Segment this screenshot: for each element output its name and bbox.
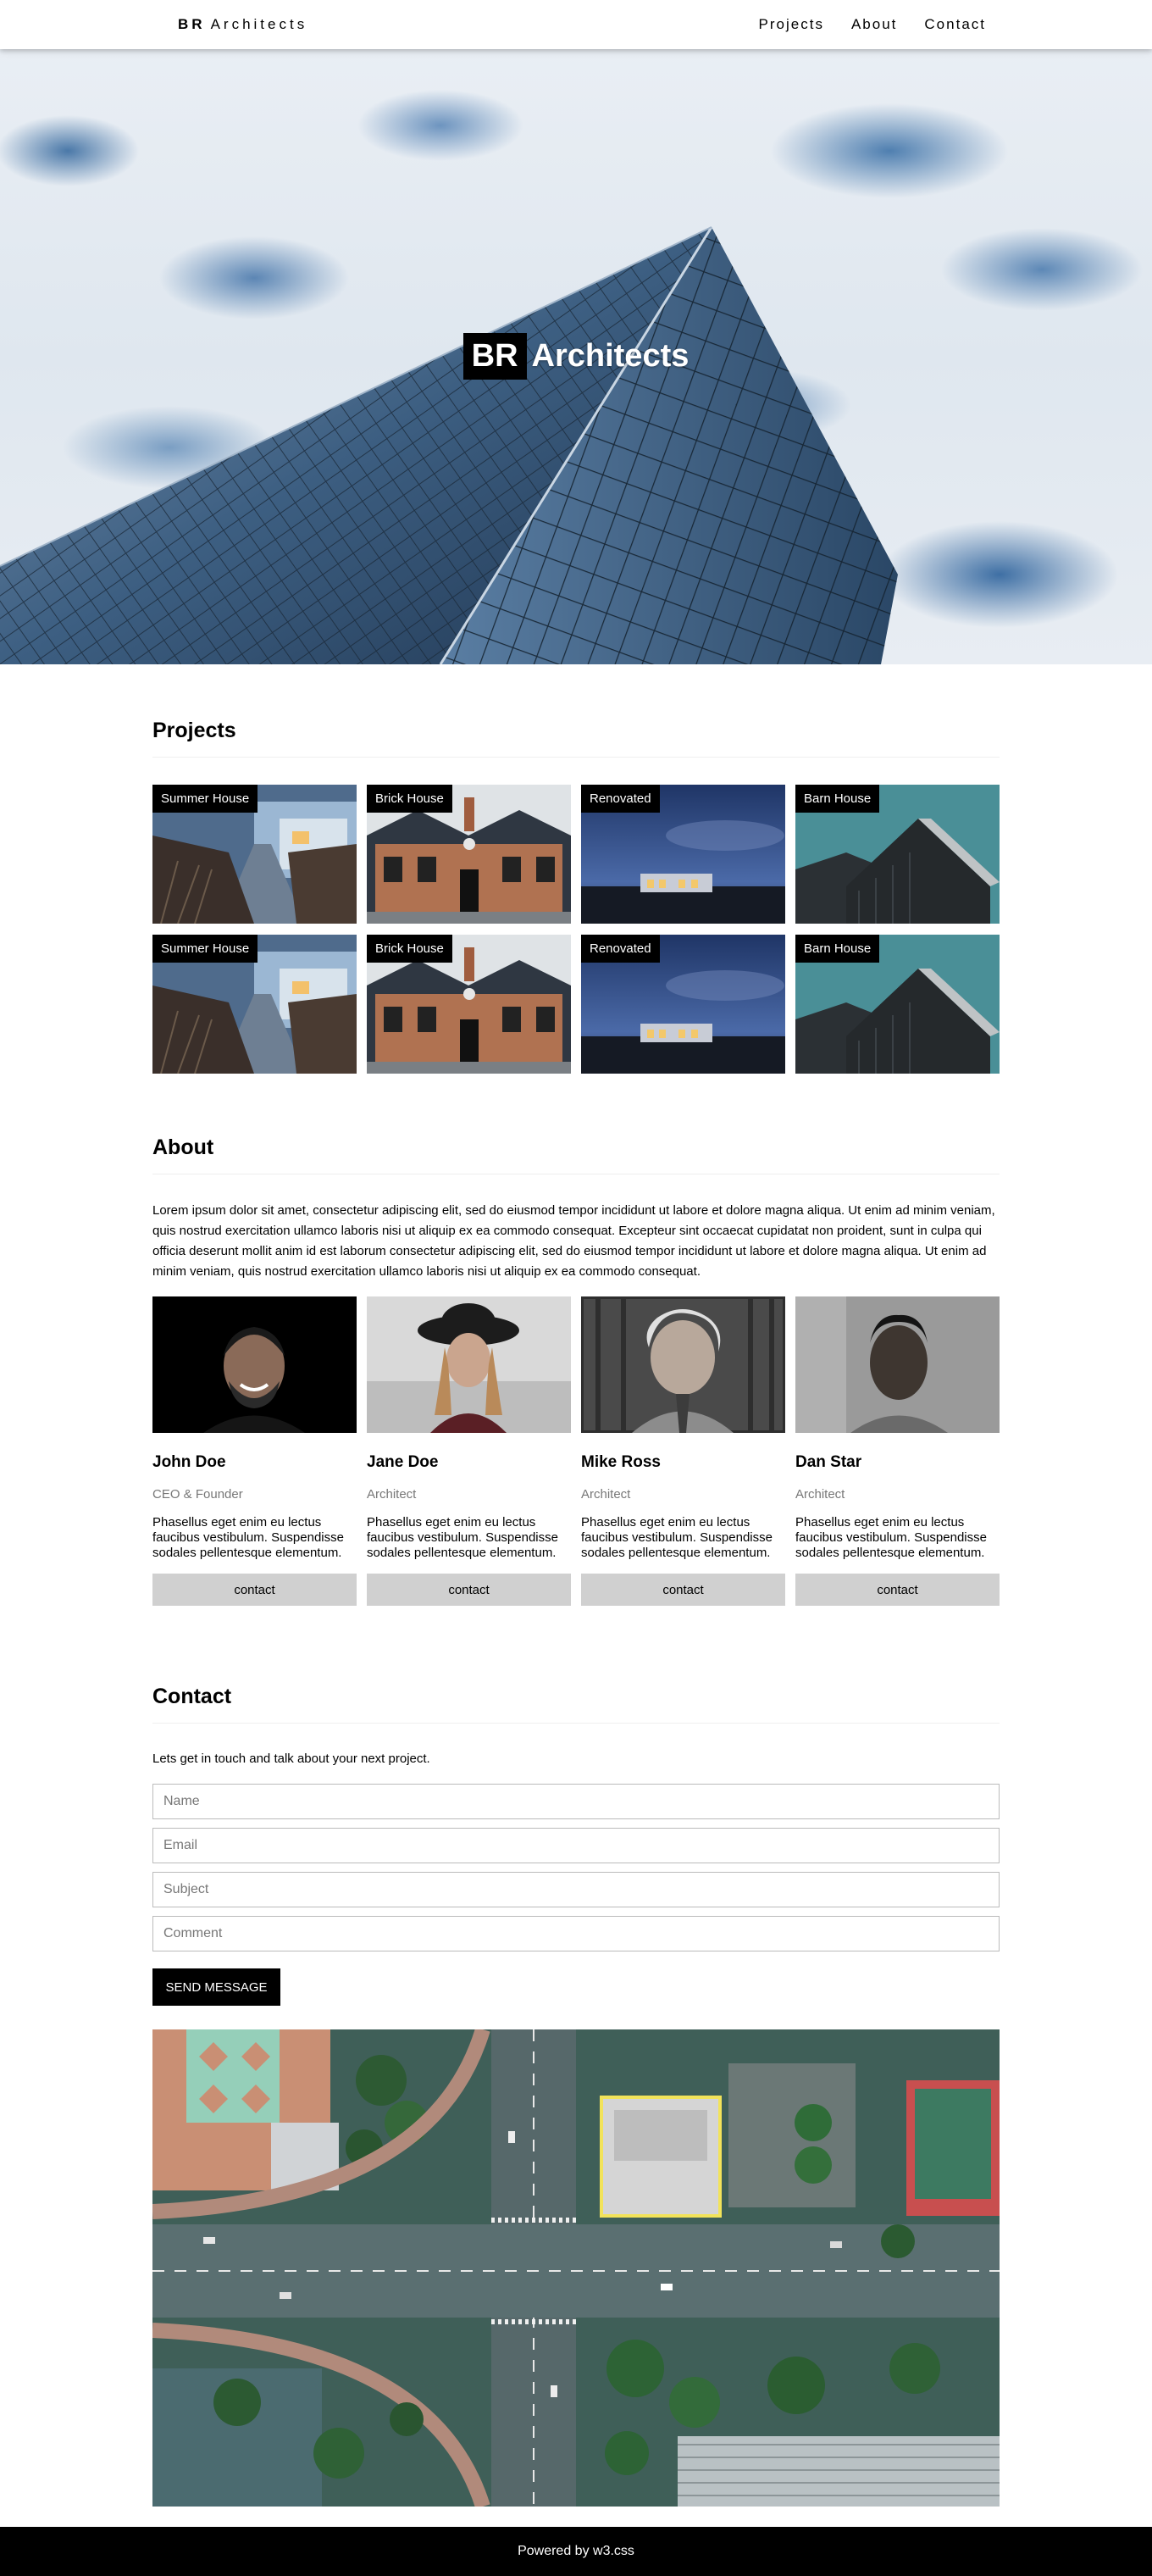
team-member-photo	[581, 1296, 785, 1433]
footer-text: Powered by w3.css	[518, 2544, 634, 2558]
project-card-barn-house[interactable]: Barn House	[795, 785, 1000, 924]
comment-input[interactable]	[152, 1916, 1000, 1951]
top-navbar: BR Architects Projects About Contact	[0, 0, 1152, 49]
about-heading: About	[152, 1135, 1000, 1174]
contact-heading: Contact	[152, 1685, 1000, 1724]
project-card-summer-house[interactable]: Summer House	[152, 785, 357, 924]
about-text: Lorem ipsum dolor sit amet, consectetur …	[152, 1203, 995, 1279]
team-member-role: Architect	[581, 1487, 631, 1502]
project-card-renovated[interactable]: Renovated	[581, 935, 785, 1074]
project-label: Brick House	[367, 935, 452, 963]
team-member-photo	[152, 1296, 357, 1433]
team-member-description: Phasellus eget enim eu lectus faucibus v…	[152, 1515, 344, 1560]
nav-link-projects[interactable]: Projects	[759, 16, 824, 33]
project-label: Barn House	[795, 785, 880, 813]
hero-title: BR Architects	[0, 333, 1152, 380]
project-card-renovated[interactable]: Renovated	[581, 785, 785, 924]
team-member-role: Architect	[795, 1487, 845, 1502]
project-card-summer-house[interactable]: Summer House	[152, 935, 357, 1074]
hero-title-text: Architects	[531, 338, 690, 374]
brand-rest: Architects	[210, 16, 308, 32]
team-member-name: Jane Doe	[367, 1453, 439, 1471]
team-member-name: Dan Star	[795, 1453, 862, 1471]
team-member-role: Architect	[367, 1487, 417, 1502]
project-label: Brick House	[367, 785, 452, 813]
footer: Powered by w3.css	[0, 2527, 1152, 2576]
email-input[interactable]	[152, 1828, 1000, 1863]
project-card-brick-house[interactable]: Brick House	[367, 785, 571, 924]
project-label: Renovated	[581, 785, 660, 813]
team-member-name: Mike Ross	[581, 1453, 661, 1471]
contact-button[interactable]: contact	[367, 1574, 571, 1606]
hero-banner: BR Architects	[0, 49, 1152, 664]
nav-link-about[interactable]: About	[851, 16, 897, 33]
brand-link[interactable]: BR Architects	[178, 16, 307, 33]
contact-lead-text: Lets get in touch and talk about your ne…	[152, 1752, 430, 1766]
team-member-card: Dan Star Architect Phasellus eget enim e…	[795, 1296, 1000, 1606]
contact-button[interactable]: contact	[152, 1574, 357, 1606]
team-member-card: Mike Ross Architect Phasellus eget enim …	[581, 1296, 785, 1606]
hero-title-box: BR	[462, 333, 527, 380]
nav-links: Projects About Contact	[759, 16, 986, 33]
team-member-description: Phasellus eget enim eu lectus faucibus v…	[581, 1515, 773, 1560]
project-label: Barn House	[795, 935, 880, 963]
project-card-barn-house[interactable]: Barn House	[795, 935, 1000, 1074]
project-label: Renovated	[581, 935, 660, 963]
team-member-description: Phasellus eget enim eu lectus faucibus v…	[367, 1515, 558, 1560]
project-label: Summer House	[152, 785, 258, 813]
project-label: Summer House	[152, 935, 258, 963]
team-member-card: John Doe CEO & Founder Phasellus eget en…	[152, 1296, 357, 1606]
name-input[interactable]	[152, 1784, 1000, 1819]
team-member-photo	[367, 1296, 571, 1433]
send-message-button[interactable]: SEND MESSAGE	[152, 1968, 280, 2006]
project-card-brick-house[interactable]: Brick House	[367, 935, 571, 1074]
contact-button[interactable]: contact	[795, 1574, 1000, 1606]
contact-button[interactable]: contact	[581, 1574, 785, 1606]
nav-link-contact[interactable]: Contact	[924, 16, 986, 33]
team-member-name: John Doe	[152, 1453, 226, 1471]
brand-bold: BR	[178, 16, 206, 32]
aerial-map-image	[152, 2029, 1000, 2507]
team-member-role: CEO & Founder	[152, 1487, 243, 1502]
projects-heading: Projects	[152, 719, 1000, 758]
subject-input[interactable]	[152, 1872, 1000, 1907]
team-member-card: Jane Doe Architect Phasellus eget enim e…	[367, 1296, 571, 1606]
team-member-description: Phasellus eget enim eu lectus faucibus v…	[795, 1515, 987, 1560]
team-member-photo	[795, 1296, 1000, 1433]
